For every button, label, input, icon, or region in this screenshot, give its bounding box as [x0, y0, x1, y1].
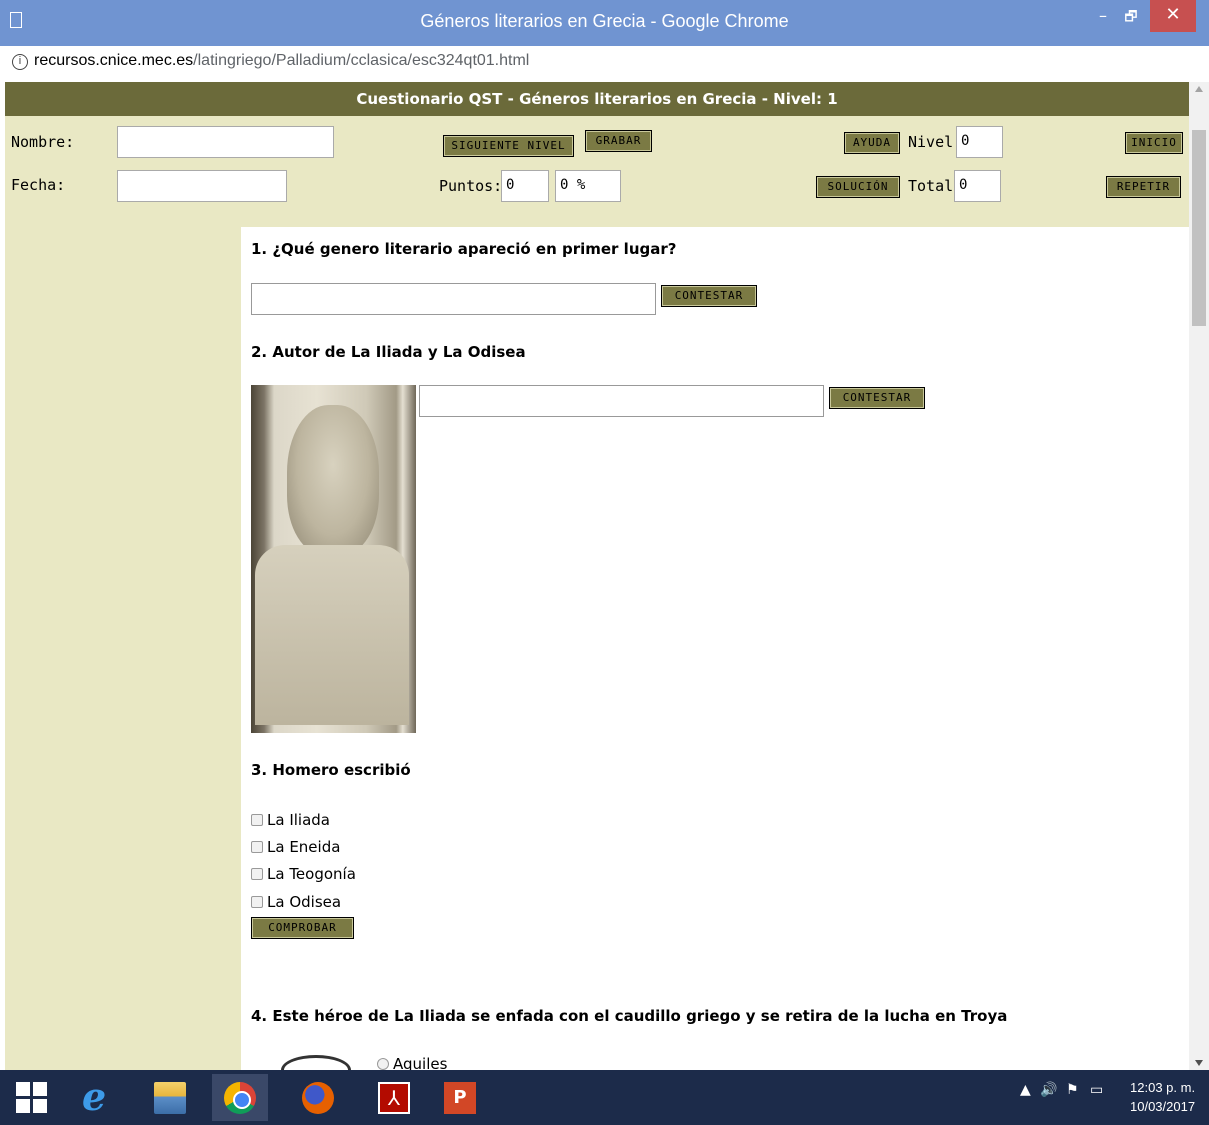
show-hidden-icons-icon[interactable]: ▲	[1020, 1082, 1031, 1098]
url-host: recursos.cnice.mec.es	[34, 52, 194, 69]
inicio-button[interactable]: INICIO	[1125, 132, 1183, 154]
questions-panel: 1. ¿Qué genero literario apareció en pri…	[241, 227, 1189, 1070]
option-la-odisea[interactable]: La Odisea	[251, 893, 341, 911]
volume-icon[interactable]: 🔊	[1040, 1082, 1057, 1098]
page-content: Cuestionario QST - Géneros literarios en…	[5, 82, 1189, 1070]
close-button[interactable]: ✕	[1150, 0, 1196, 32]
option-la-teogonia[interactable]: La Teogonía	[251, 865, 356, 883]
internet-explorer-icon: e	[82, 1074, 107, 1119]
nivel-field[interactable]: 0	[956, 126, 1003, 158]
question-1-contestar-button[interactable]: CONTESTAR	[661, 285, 757, 307]
question-3: 3. Homero escribió	[251, 761, 411, 779]
question-4: 4. Este héroe de La Iliada se enfada con…	[251, 1007, 1008, 1025]
siguiente-nivel-button[interactable]: SIGUIENTE NIVEL	[443, 135, 574, 157]
flag-icon[interactable]: ⚑	[1066, 1082, 1079, 1098]
scroll-thumb[interactable]	[1192, 130, 1206, 326]
option-aquiles[interactable]: Aquiles	[377, 1055, 447, 1070]
checkbox[interactable]	[251, 896, 263, 908]
window-title-bar: Géneros literarios en Grecia - Google Ch…	[0, 0, 1209, 46]
nombre-label: Nombre:	[11, 133, 75, 151]
firefox-icon	[302, 1082, 334, 1114]
url-path: /latingriego/Palladium/cclasica/esc324qt…	[193, 52, 530, 69]
nivel-label: Nivel:	[908, 133, 963, 151]
checkbox[interactable]	[251, 814, 263, 826]
scroll-up-arrow-icon[interactable]	[1195, 86, 1203, 92]
bust-body	[255, 545, 409, 725]
scroll-down-arrow-icon[interactable]	[1195, 1060, 1203, 1066]
grabar-button[interactable]: GRABAR	[585, 130, 652, 152]
repetir-button[interactable]: REPETIR	[1106, 176, 1181, 198]
clock-time: 12:03 p. m.	[1130, 1080, 1196, 1095]
nombre-field[interactable]	[117, 126, 334, 158]
question-1: 1. ¿Qué genero literario apareció en pri…	[251, 240, 677, 258]
question-2-input[interactable]	[419, 385, 824, 417]
minimize-button[interactable]: –	[1090, 6, 1116, 36]
start-button[interactable]	[4, 1074, 60, 1121]
windows-taskbar: e ⅄ P ▲ 🔊 ⚑ ▭ 12:03 p. m. 10/03/2017	[0, 1070, 1209, 1125]
chrome-taskbar-button[interactable]	[212, 1074, 268, 1121]
ayuda-button[interactable]: AYUDA	[844, 132, 900, 154]
question-2: 2. Autor de La Iliada y La Odisea	[251, 343, 526, 361]
option-label: La Teogonía	[267, 865, 356, 883]
firefox-taskbar-button[interactable]	[290, 1074, 346, 1121]
question-3-comprobar-button[interactable]: COMPROBAR	[251, 917, 354, 939]
fecha-field[interactable]	[117, 170, 287, 202]
solucion-button[interactable]: SOLUCIÓN	[816, 176, 900, 198]
total-field[interactable]: 0	[954, 170, 1001, 202]
option-label: La Eneida	[267, 838, 341, 856]
question-4-emblem-image	[281, 1055, 351, 1070]
powerpoint-icon: P	[444, 1082, 476, 1114]
network-icon[interactable]: ▭	[1090, 1082, 1103, 1098]
option-label: La Iliada	[267, 811, 330, 829]
acrobat-taskbar-button[interactable]: ⅄	[366, 1074, 422, 1121]
chrome-icon	[224, 1082, 256, 1114]
percent-field[interactable]: 0 %	[555, 170, 621, 202]
vertical-scrollbar[interactable]	[1189, 82, 1209, 1070]
checkbox[interactable]	[251, 841, 263, 853]
clock-date: 10/03/2017	[1130, 1099, 1196, 1114]
file-explorer-icon	[154, 1082, 186, 1114]
url-text[interactable]: recursos.cnice.mec.es/latingriego/Pallad…	[34, 52, 529, 70]
acrobat-icon: ⅄	[378, 1082, 410, 1114]
page-title: Cuestionario QST - Géneros literarios en…	[5, 82, 1189, 116]
taskbar-clock[interactable]: 12:03 p. m. 10/03/2017	[1130, 1078, 1195, 1116]
puntos-field[interactable]: 0	[501, 170, 549, 202]
file-explorer-taskbar-button[interactable]	[142, 1074, 198, 1121]
window-title: Géneros literarios en Grecia - Google Ch…	[420, 11, 789, 31]
option-la-eneida[interactable]: La Eneida	[251, 838, 340, 856]
internet-explorer-taskbar-button[interactable]: e	[70, 1074, 126, 1121]
powerpoint-taskbar-button[interactable]: P	[432, 1074, 488, 1121]
homer-bust-image	[251, 385, 416, 733]
address-bar[interactable]: i recursos.cnice.mec.es/latingriego/Pall…	[0, 46, 1209, 80]
maximize-button[interactable]: 🗗	[1118, 6, 1144, 36]
question-1-input[interactable]	[251, 283, 656, 315]
puntos-label: Puntos:	[439, 177, 503, 195]
radio-button[interactable]	[377, 1058, 389, 1070]
option-label: La Odisea	[267, 893, 342, 911]
option-la-iliada[interactable]: La Iliada	[251, 811, 330, 829]
info-icon[interactable]: i	[12, 54, 28, 70]
checkbox[interactable]	[251, 868, 263, 880]
bust-head	[287, 405, 379, 555]
question-2-contestar-button[interactable]: CONTESTAR	[829, 387, 925, 409]
fecha-label: Fecha:	[11, 176, 66, 194]
option-label: Aquiles	[393, 1055, 448, 1070]
windows-logo-icon	[16, 1082, 48, 1114]
